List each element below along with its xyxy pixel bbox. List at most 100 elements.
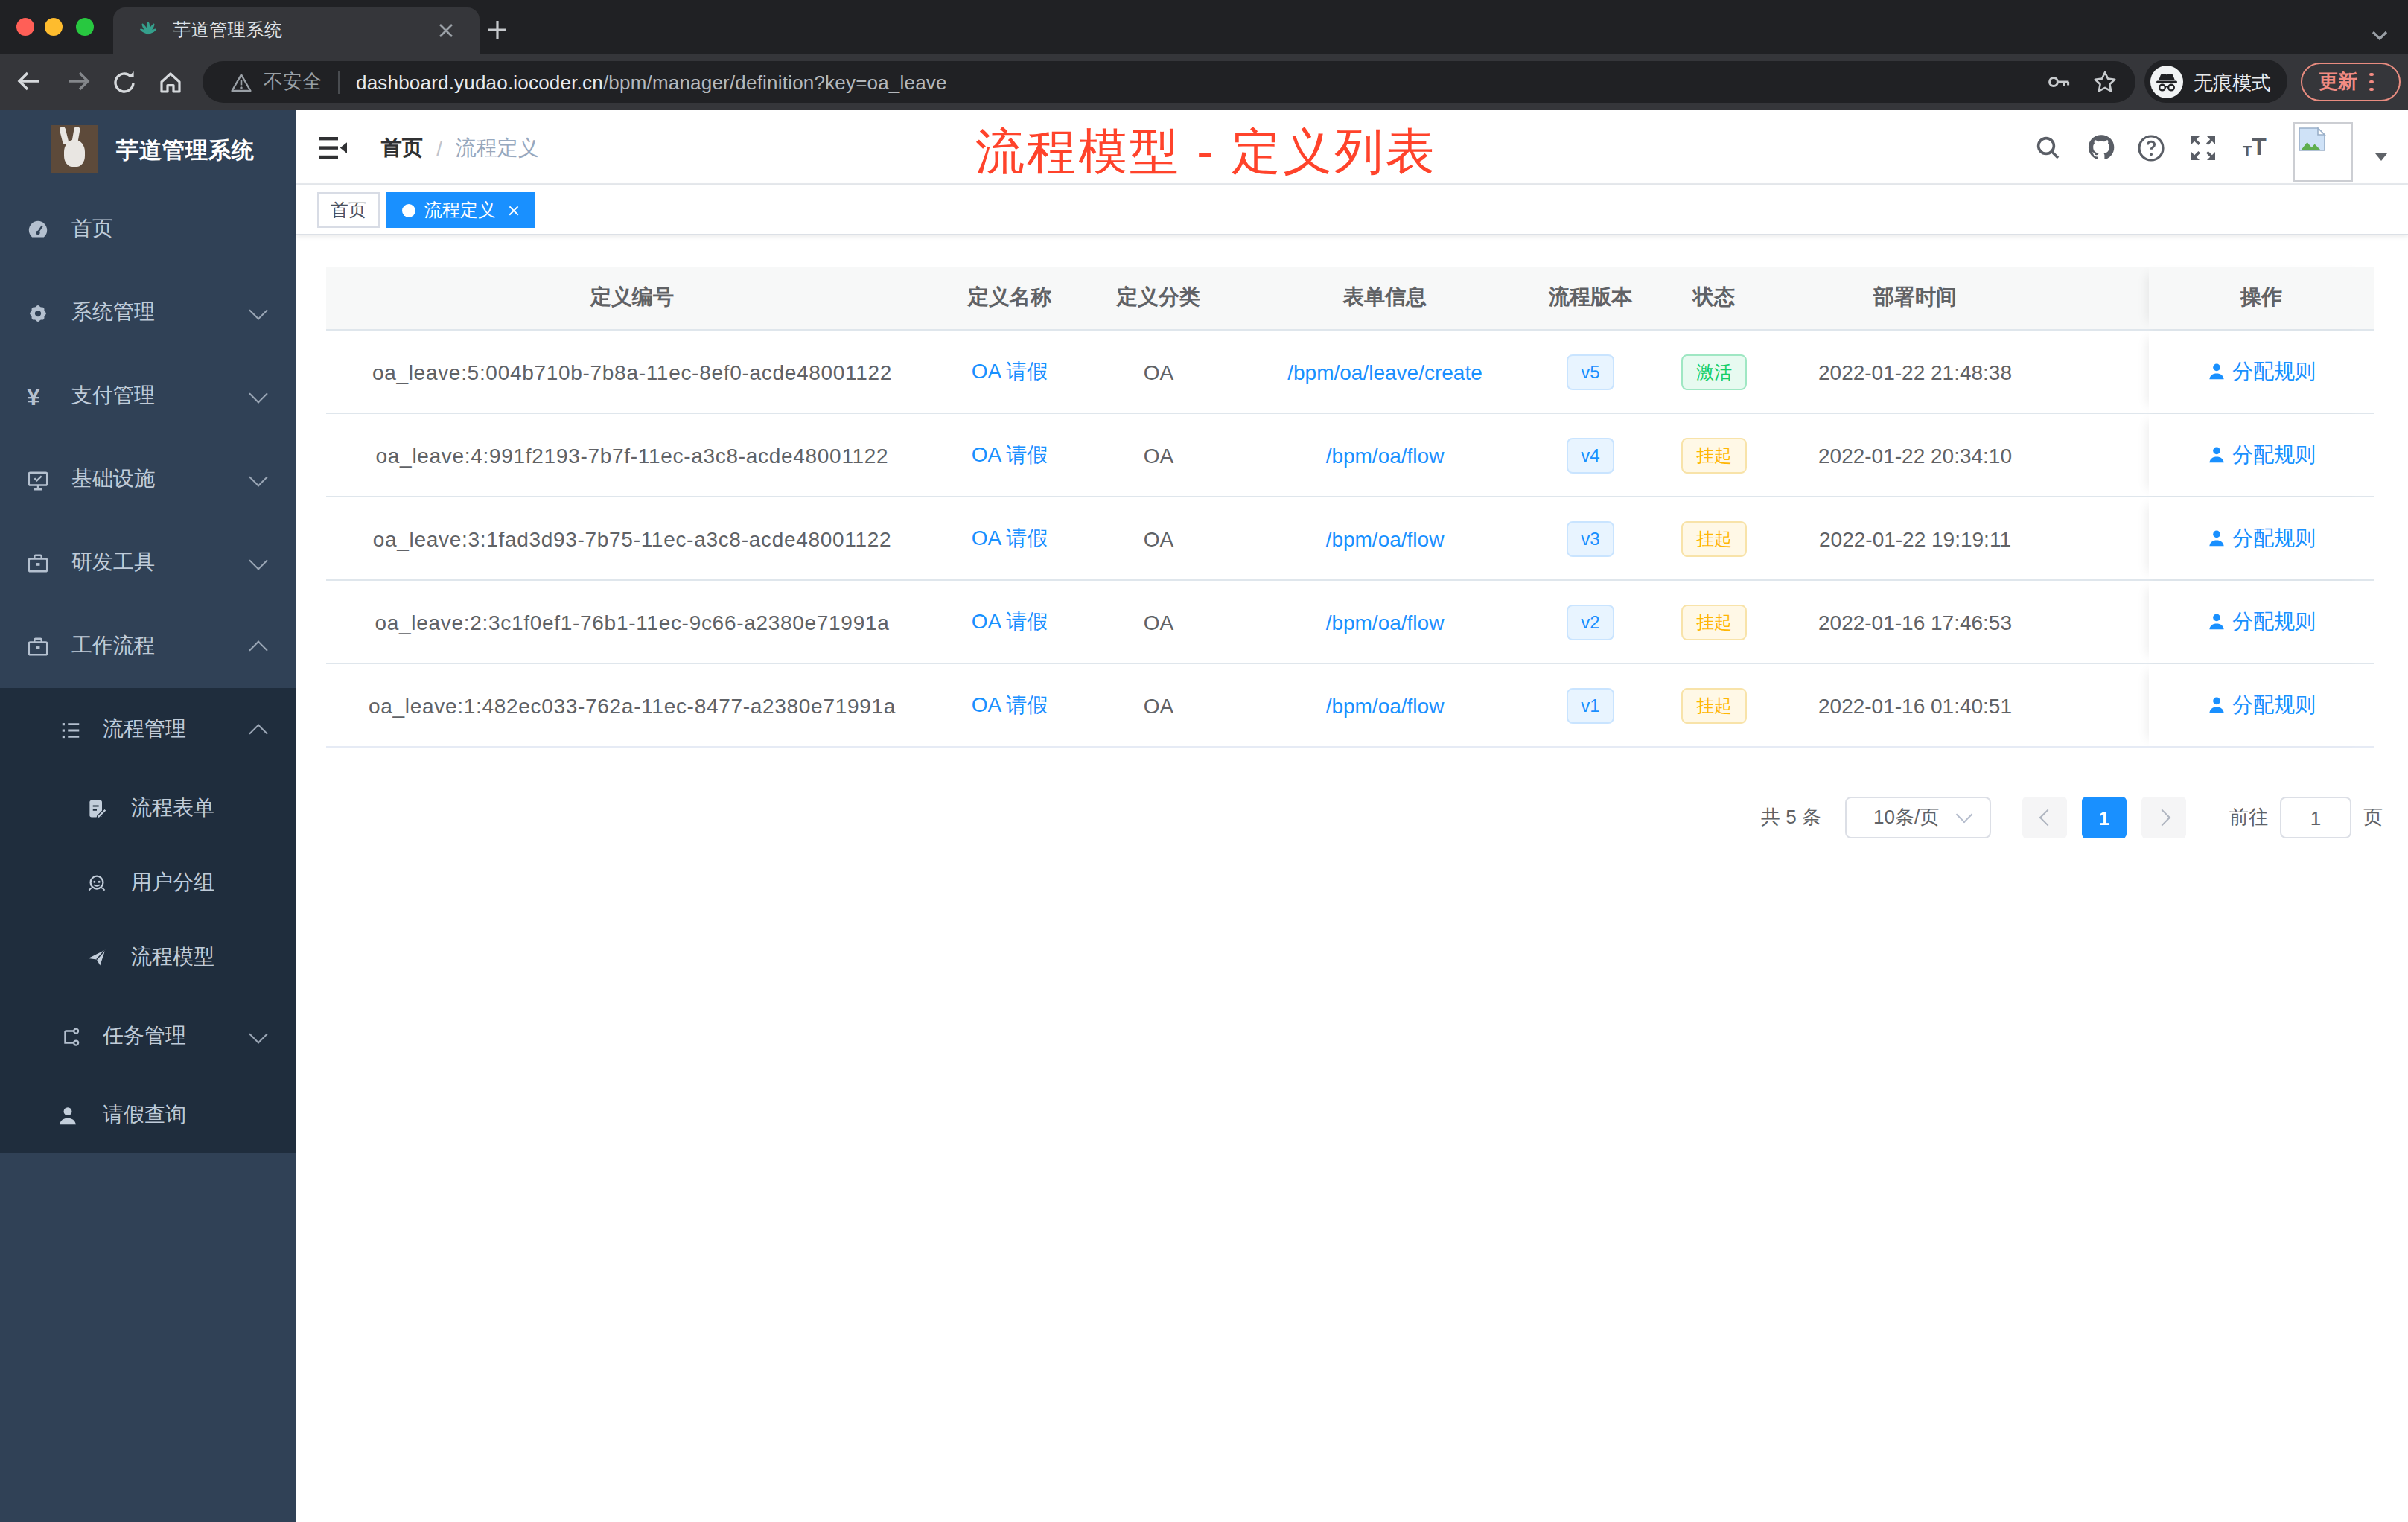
sidebar-item-devtools[interactable]: 研发工具 [0,521,296,605]
pagination: 共 5 条 10条/页 1 前往 1 页 [1761,797,2383,838]
cell-time: 2022-01-22 21:48:38 [1781,331,2049,413]
back-button[interactable] [15,69,42,94]
url-path: /bpm/manager/definition?key=oa_leave [603,71,947,93]
sidebar-item-process-mgmt[interactable]: 流程管理 [0,688,296,771]
name-link[interactable]: OA 请假 [972,358,1048,385]
definition-table: 定义编号 定义名称 定义分类 表单信息 流程版本 状态 部署时间 操作 oa_l… [326,267,2374,748]
form-link[interactable]: /bpm/oa/leave/create [1287,360,1482,383]
breadcrumb: 首页 / 流程定义 [381,136,539,162]
assign-rule-link[interactable]: 分配规则 [2207,442,2316,468]
person-icon [57,1104,79,1127]
help-icon[interactable] [2134,131,2167,164]
cell-category: OA [1081,331,1236,413]
form-link[interactable]: /bpm/oa/flow [1326,610,1445,634]
status-badge: 挂起 [1681,604,1747,640]
sidebar-item-label: 基础设施 [71,466,155,493]
sidebar-submenu-workflow: 流程管理 流程表单 用户分组 流程模型 任务管 [0,688,296,1153]
form-link[interactable]: /bpm/oa/flow [1326,526,1445,550]
forward-button[interactable] [66,69,92,94]
table-row: oa_leave:1:482ec033-762a-11ec-8477-a2380… [326,664,2374,748]
sidebar-item-payment[interactable]: ¥ 支付管理 [0,354,296,438]
form-link[interactable]: /bpm/oa/flow [1326,443,1445,467]
goto-page-input[interactable]: 1 [2280,797,2351,838]
font-size-icon[interactable]: TT [2238,131,2271,164]
sidebar-item-process-form[interactable]: 流程表单 [0,771,296,846]
cell-filler [2049,331,2149,413]
sidebar-item-system[interactable]: 系统管理 [0,271,296,354]
url-bar[interactable]: 不安全 dashboard.yudao.iocoder.cn/bpm/manag… [203,61,2135,103]
new-tab-button[interactable] [487,19,508,40]
cell-id: oa_leave:4:991f2193-7b7f-11ec-a3c8-acde4… [326,414,938,496]
update-label: 更新 [2319,69,2357,95]
browser-tab[interactable]: 芋道管理系统 [113,7,480,54]
page-size-select[interactable]: 10条/页 [1845,797,1991,838]
tag-close-icon[interactable] [506,203,521,217]
assign-rule-link[interactable]: 分配规则 [2207,525,2316,552]
security-label[interactable]: 不安全 [264,69,322,95]
sidebar-item-task-mgmt[interactable]: 任务管理 [0,995,296,1078]
prev-page-button[interactable] [2022,797,2067,838]
assign-rule-link[interactable]: 分配规则 [2207,608,2316,635]
name-link[interactable]: OA 请假 [972,442,1048,468]
incognito-badge: 无痕模式 [2144,60,2287,103]
cell-version: v2 [1534,581,1647,663]
update-button[interactable]: 更新 [2301,63,2401,101]
password-key-icon[interactable] [2046,70,2071,94]
traffic-zoom-button[interactable] [75,17,93,35]
sidebar-item-process-model[interactable]: 流程模型 [0,920,296,995]
hamburger-icon[interactable] [319,137,347,158]
sidebar-logo[interactable]: 芋道管理系统 [0,110,296,188]
traffic-close-button[interactable] [16,17,34,35]
assign-rule-link[interactable]: 分配规则 [2207,692,2316,719]
sidebar-item-workflow[interactable]: 工作流程 [0,605,296,688]
home-button[interactable] [158,69,183,95]
tag-home[interactable]: 首页 [317,192,380,228]
cell-category: OA [1081,581,1236,663]
browser-toolbar: 不安全 dashboard.yudao.iocoder.cn/bpm/manag… [0,54,2408,110]
tag-process-definition[interactable]: 流程定义 [386,192,535,228]
bookmark-star-icon[interactable] [2092,70,2118,94]
incognito-label: 无痕模式 [2194,70,2271,97]
assign-rule-link[interactable]: 分配规则 [2207,358,2316,385]
sidebar-item-leave-query[interactable]: 请假查询 [0,1078,296,1153]
logo-title: 芋道管理系统 [116,137,255,165]
fullscreen-icon[interactable] [2186,131,2219,164]
reload-button[interactable] [112,69,137,95]
active-dot-icon [402,203,415,217]
current-page-button[interactable]: 1 [2082,797,2127,838]
breadcrumb-home[interactable]: 首页 [381,136,423,162]
cell-form: /bpm/oa/flow [1236,497,1534,579]
browser-menu-icon[interactable] [2369,72,2373,91]
traffic-minimize-button[interactable] [45,17,63,35]
breadcrumb-separator: / [436,137,442,161]
status-badge: 挂起 [1681,520,1747,556]
search-icon[interactable] [2031,131,2064,164]
sidebar-item-home[interactable]: 首页 [0,188,296,271]
page-size-value: 10条/页 [1873,804,1939,831]
tags-view-bar: 首页 流程定义 [296,185,2408,235]
name-link[interactable]: OA 请假 [972,525,1048,552]
cell-version: v5 [1534,331,1647,413]
form-link[interactable]: /bpm/oa/flow [1326,693,1445,717]
sidebar-item-label: 研发工具 [71,550,155,576]
github-icon[interactable] [2085,131,2118,164]
avatar-caret-icon[interactable] [2375,153,2387,161]
tab-search-chevron-icon[interactable] [2371,30,2389,42]
cell-status: 激活 [1647,331,1781,413]
cell-category: OA [1081,664,1236,746]
cell-form: /bpm/oa/flow [1236,414,1534,496]
plane-icon [86,947,107,968]
sidebar-item-user-group[interactable]: 用户分组 [0,846,296,920]
user-avatar[interactable] [2293,122,2353,182]
next-page-button[interactable] [2141,797,2186,838]
chevron-down-icon [249,383,267,402]
cell-name: OA 请假 [938,497,1081,579]
chevron-down-icon [249,300,267,319]
name-link[interactable]: OA 请假 [972,692,1048,719]
cell-version: v4 [1534,414,1647,496]
sidebar-item-label: 支付管理 [71,383,155,410]
action-label: 分配规则 [2232,525,2316,552]
sidebar-item-infra[interactable]: 基础设施 [0,438,296,521]
name-link[interactable]: OA 请假 [972,608,1048,635]
tab-close-icon[interactable] [438,22,454,39]
